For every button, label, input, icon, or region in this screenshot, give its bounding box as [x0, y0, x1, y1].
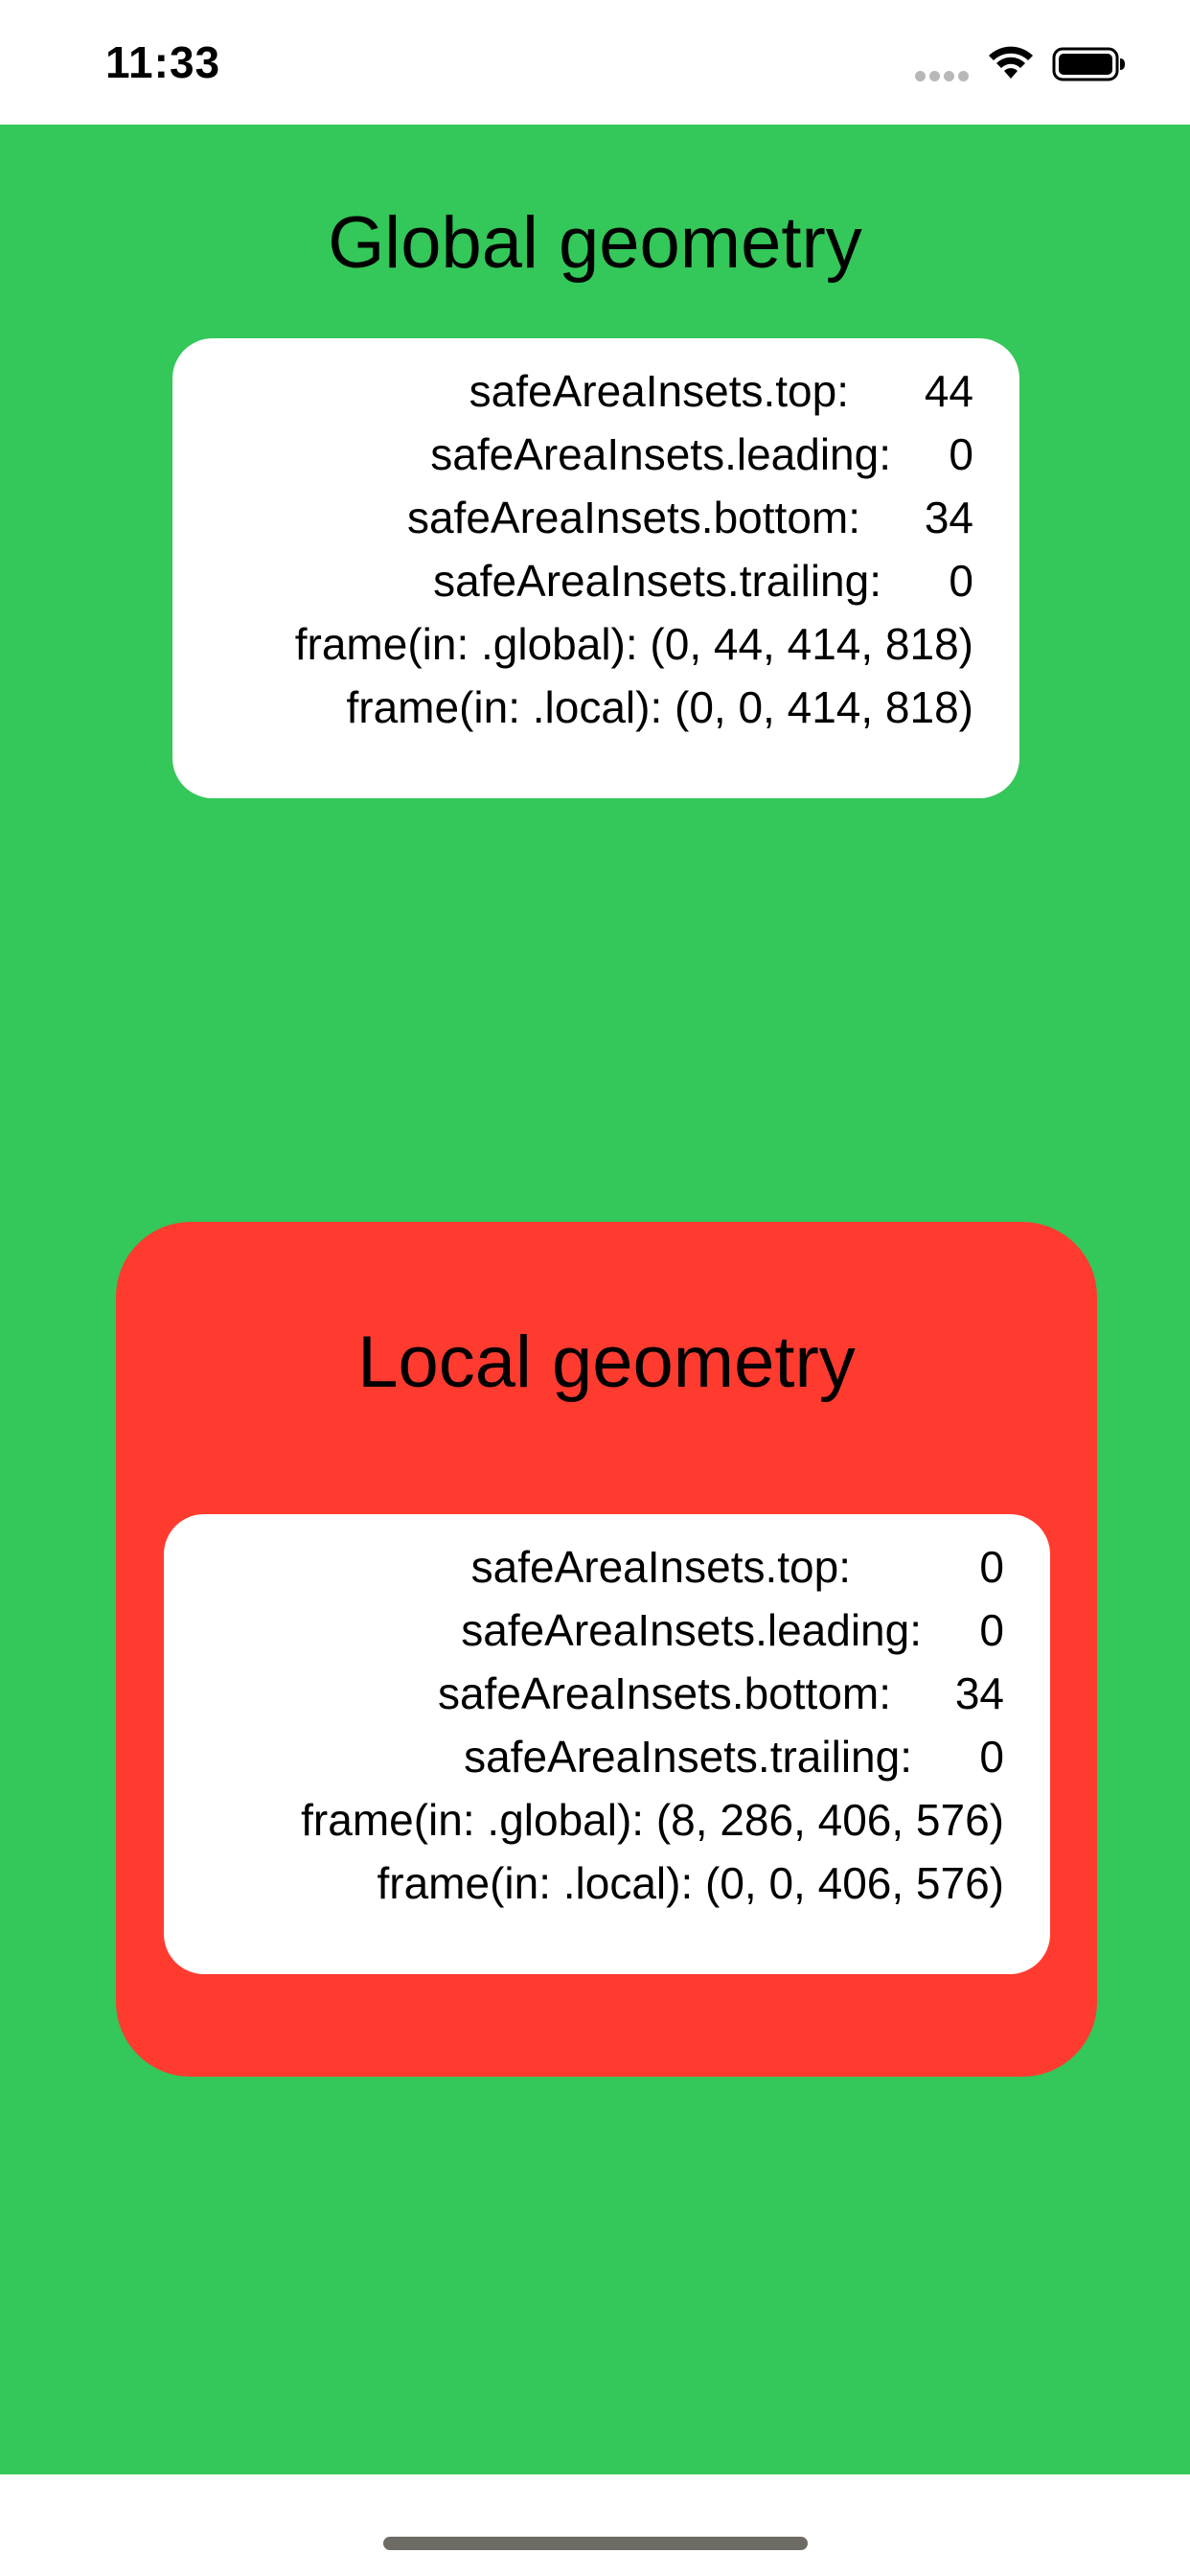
status-bar: 11:33	[0, 0, 1190, 125]
local-frame-global-row: frame(in: .global): (8, 286, 406, 576)	[301, 1795, 1004, 1845]
global-frame-global-row: frame(in: .global): (0, 44, 414, 818)	[294, 619, 973, 669]
inset-value: 44	[924, 366, 973, 416]
inset-label: safeAreaInsets.trailing:	[433, 556, 881, 606]
inset-label: safeAreaInsets.trailing:	[464, 1732, 912, 1782]
home-indicator[interactable]	[383, 2537, 808, 2550]
cellular-signal-icon	[915, 71, 973, 84]
inset-value: 0	[949, 429, 973, 479]
local-inset-leading-row: safeAreaInsets.leading: 0	[164, 1598, 1004, 1662]
global-inset-leading-row: safeAreaInsets.leading: 0	[172, 423, 973, 486]
local-frame-local-row: frame(in: .local): (0, 0, 406, 576)	[377, 1858, 1004, 1908]
inset-label: safeAreaInsets.bottom:	[437, 1668, 891, 1718]
local-geometry-card: safeAreaInsets.top: 0 safeAreaInsets.lead…	[164, 1514, 1050, 1974]
inset-value: 34	[924, 493, 973, 542]
global-frame-local-row: frame(in: .local): (0, 0, 414, 818)	[346, 682, 973, 732]
global-geometry-title: Global geometry	[328, 202, 862, 284]
global-inset-top-row: safeAreaInsets.top: 44	[172, 359, 973, 423]
local-inset-bottom-row: safeAreaInsets.bottom: 34	[164, 1662, 1004, 1725]
local-inset-top-row: safeAreaInsets.top: 0	[164, 1535, 1004, 1598]
inset-label: safeAreaInsets.leading:	[461, 1605, 922, 1655]
inset-label: safeAreaInsets.top:	[470, 1542, 851, 1592]
inset-value: 0	[979, 1732, 1004, 1782]
wifi-icon	[989, 46, 1033, 79]
inset-label: safeAreaInsets.top:	[469, 366, 849, 416]
inset-value: 34	[954, 1668, 1004, 1718]
inset-label: safeAreaInsets.leading:	[430, 429, 891, 479]
status-time: 11:33	[105, 37, 221, 87]
inset-value: 0	[949, 556, 973, 606]
global-inset-bottom-row: safeAreaInsets.bottom: 34	[172, 486, 973, 549]
local-inset-trailing-row: safeAreaInsets.trailing: 0	[164, 1725, 1004, 1788]
global-geometry-card: safeAreaInsets.top: 44 safeAreaInsets.lea…	[172, 338, 1019, 798]
global-inset-trailing-row: safeAreaInsets.trailing: 0	[172, 549, 973, 612]
inset-label: safeAreaInsets.bottom:	[406, 493, 860, 542]
inset-value: 0	[979, 1605, 1004, 1655]
home-indicator-area	[0, 2474, 1190, 2576]
local-geometry-title: Local geometry	[357, 1322, 856, 1403]
battery-icon	[1052, 47, 1125, 81]
inset-value: 0	[979, 1542, 1004, 1592]
